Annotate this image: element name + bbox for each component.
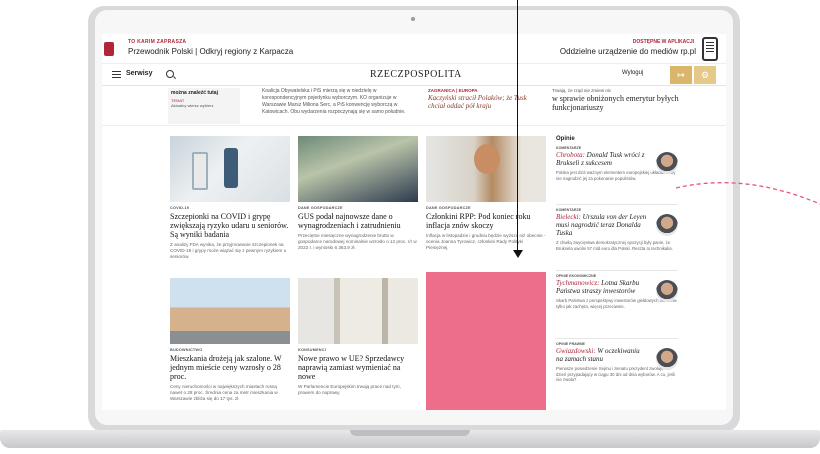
exit-icon[interactable]: ↦ <box>670 66 692 84</box>
opinion-item[interactable]: OPINIE PRAWNE Gwiazdowski: W oczekiwaniu… <box>556 342 678 383</box>
hamburger-icon[interactable] <box>112 71 121 78</box>
author-avatar <box>656 280 678 302</box>
article-title[interactable]: Nowe prawo w UE? Sprzedawcy naprawią zam… <box>298 354 418 381</box>
ad-logo-icon <box>104 42 114 56</box>
divider <box>556 270 678 271</box>
opinion-title[interactable]: Bielecki: Urszula von der Leyen musi nag… <box>556 213 648 237</box>
top-news-strip: można znaleźć tutaj TEMAT Aktualny wiers… <box>102 86 726 126</box>
ad-right-kicker: DOSTĘPNE W APLIKACJI <box>632 39 694 45</box>
article-kicker: BUDOWNICTWO <box>170 348 203 352</box>
article-card[interactable]: DANE GOSPODARCZE Członkini RPP: Pod koni… <box>426 136 546 251</box>
opinion-lead: Z chwilą zwycięstwa demokratycznej opozy… <box>556 240 673 251</box>
article-kicker: DANE GOSPODARCZE <box>298 206 343 210</box>
opinion-lead: Pierwsze posiedzenie Sejmu i Senatu prez… <box>556 366 675 383</box>
search-icon[interactable] <box>166 70 174 78</box>
opinion-author: Chrobota: <box>556 151 585 159</box>
article-title[interactable]: Mieszkania drożeją jak szalone. W jednym… <box>170 354 290 381</box>
opinion-item[interactable]: KOMENTARZE Bielecki: Urszula von der Ley… <box>556 208 678 251</box>
divider <box>556 204 678 205</box>
annotation-dashed-curve <box>675 182 820 205</box>
browser-viewport: TO KARIM ZAPRASZA Przewodnik Polski | Od… <box>102 34 726 410</box>
article-kicker: COVID-19 <box>170 206 190 210</box>
article-image[interactable] <box>170 136 290 202</box>
opinion-title[interactable]: Gwiazdowski: W oczekiwaniu na zamach sta… <box>556 347 648 363</box>
top-ad-banner[interactable]: TO KARIM ZAPRASZA Przewodnik Polski | Od… <box>102 34 726 64</box>
strip-lead-text: Koalicja Obywatelska i PiS mierzą się w … <box>262 88 406 115</box>
author-avatar <box>656 152 678 174</box>
strip-italic-headline[interactable]: Kaczyński stracił Polaków; że Tusk chcia… <box>428 94 544 110</box>
phone-icon <box>702 37 718 61</box>
advertisement-slot[interactable] <box>426 272 546 410</box>
divider <box>556 338 678 339</box>
article-image[interactable] <box>298 136 418 202</box>
article-kicker: DANE GOSPODARCZE <box>426 206 471 210</box>
logout-link[interactable]: Wyloguj <box>622 70 643 76</box>
promo-sub: Aktualny wiersz wybierz <box>171 103 214 108</box>
article-image[interactable] <box>170 278 290 344</box>
ad-left-text[interactable]: Przewodnik Polski | Odkryj regiony z Kar… <box>128 47 293 56</box>
article-image[interactable] <box>426 136 546 202</box>
opinion-kicker: KOMENTARZE <box>556 208 582 212</box>
opinion-title[interactable]: Tychmanowicz: Lotna Skarbu Państwa stras… <box>556 279 648 295</box>
article-title[interactable]: Członkini RPP: Pod koniec roku inflacja … <box>426 212 546 230</box>
laptop-notch <box>350 430 470 436</box>
opinion-kicker: OPINIE PRAWNE <box>556 342 585 346</box>
article-card[interactable]: BUDOWNICTWO Mieszkania drożeją jak szalo… <box>170 278 290 402</box>
opinion-item[interactable]: KOMENTARZE Chrobota: Donald Tusk wróci z… <box>556 146 678 181</box>
promo-box[interactable]: można znaleźć tutaj TEMAT Aktualny wiers… <box>168 88 240 124</box>
opinion-author: Bielecki: <box>556 213 581 221</box>
ad-right-text[interactable]: Oddzielne urządzenie do mediów rp.pl <box>560 47 696 56</box>
services-menu-button[interactable]: Serwisy <box>126 70 152 77</box>
article-title[interactable]: Szczepionki na COVID i grypę zwiększają … <box>170 212 290 239</box>
gear-icon[interactable]: ⚙ <box>694 66 716 84</box>
opinion-author: Tychmanowicz: <box>556 279 600 287</box>
article-lead: Ceny nieruchomości w największych miasta… <box>170 384 278 401</box>
author-avatar <box>656 348 678 370</box>
annotation-arrow-head <box>513 250 523 258</box>
article-title[interactable]: GUS podał najnowsze dane o wynagrodzenia… <box>298 212 418 230</box>
article-card[interactable]: COVID-19 Szczepionki na COVID i grypę zw… <box>170 136 290 260</box>
strip-right-headline[interactable]: w sprawie obniżonych emerytur byłych fun… <box>552 94 682 112</box>
article-image[interactable] <box>298 278 418 344</box>
opinion-kicker: OPINIE EKONOMICZNE <box>556 274 597 278</box>
site-logo[interactable]: RZECZPOSPOLITA <box>370 69 462 80</box>
article-card[interactable]: KONSUMENCI Nowe prawo w UE? Sprzedawcy n… <box>298 278 418 396</box>
article-lead: Z analizy FDA wynika, że przyjmowanie sz… <box>170 242 287 259</box>
article-card[interactable]: DANE GOSPODARCZE GUS podał najnowsze dan… <box>298 136 418 251</box>
annotation-arrow-line <box>517 0 519 250</box>
opinions-heading: Opinie <box>556 136 575 142</box>
opinion-kicker: KOMENTARZE <box>556 146 582 150</box>
main-navigation: Serwisy RZECZPOSPOLITA Wyloguj ↦ ⚙ <box>102 64 726 86</box>
article-lead: W Parlamencie Europejskim trwają prace n… <box>298 384 401 395</box>
camera-icon <box>411 17 415 21</box>
article-lead: Inflacja w listopadzie i grudniu będzie … <box>426 233 546 250</box>
article-kicker: KONSUMENCI <box>298 348 326 352</box>
opinion-item[interactable]: OPINIE EKONOMICZNE Tychmanowicz: Lotna S… <box>556 274 678 309</box>
opinion-title[interactable]: Chrobota: Donald Tusk wróci z Brukseli z… <box>556 151 648 167</box>
opinion-author: Gwiazdowski: <box>556 347 596 355</box>
strip-kicker: ZAGRANICA | EUROPA <box>428 88 478 93</box>
ad-left-kicker: TO KARIM ZAPRASZA <box>128 39 187 45</box>
promo-question: można znaleźć tutaj <box>171 90 218 96</box>
strip-right-sub: Trwają, że rząd nie zmieni nic <box>552 88 612 93</box>
article-lead: Przeciętne miesięczne wynagrodzenie brut… <box>298 233 417 250</box>
